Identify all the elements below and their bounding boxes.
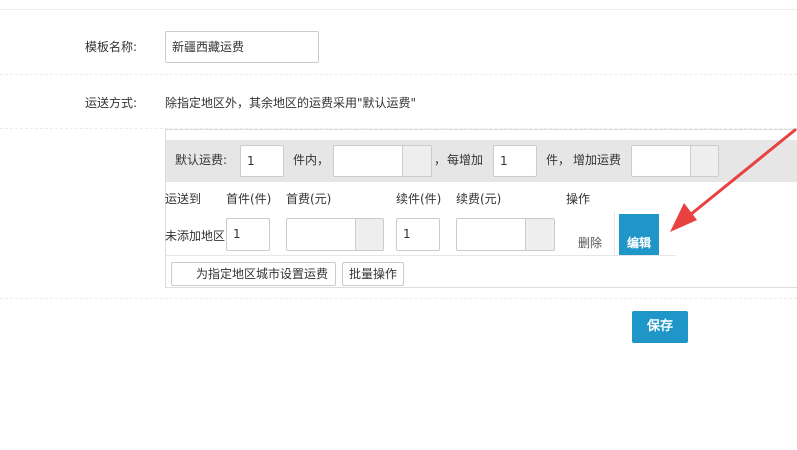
template-name-input[interactable]: 新疆西藏运费 <box>165 31 319 63</box>
unit-piece-label: 件， <box>546 153 571 167</box>
cell-divider <box>614 212 615 256</box>
header-first-fee: 首费(元) <box>286 192 332 206</box>
default-first-qty-input[interactable]: 1 <box>240 145 284 177</box>
area-add-fee-input[interactable] <box>456 218 526 251</box>
header-add-fee: 续费(元) <box>456 192 502 206</box>
currency-addon <box>403 145 432 177</box>
delete-link[interactable]: 删除 <box>578 236 602 250</box>
each-add-label: 每增加 <box>447 153 484 167</box>
unit-within-label: 件内， <box>293 153 330 167</box>
currency-addon <box>526 218 555 251</box>
currency-addon <box>691 145 719 177</box>
area-first-qty-input[interactable]: 1 <box>226 218 270 251</box>
template-name-label: 模板名称: <box>85 40 138 54</box>
row-divider <box>0 74 797 75</box>
area-add-qty-input[interactable]: 1 <box>396 218 440 251</box>
shipping-method-desc: 除指定地区外，其余地区的运费采用"默认运费" <box>165 96 417 110</box>
edit-button[interactable]: 编辑 <box>619 214 659 255</box>
set-city-rate-button[interactable]: 为指定地区城市设置运费 <box>171 262 336 286</box>
currency-addon <box>356 218 384 251</box>
comma-label: ， <box>434 153 447 167</box>
save-button[interactable]: 保存 <box>632 311 688 343</box>
header-destination: 运送到 <box>165 192 202 206</box>
header-operation: 操作 <box>566 192 591 206</box>
row-divider <box>166 255 676 256</box>
top-divider <box>0 9 797 10</box>
shipping-method-label: 运送方式: <box>85 96 138 110</box>
row-divider <box>0 298 797 299</box>
header-add-qty: 续件(件) <box>396 192 442 206</box>
batch-operation-button[interactable]: 批量操作 <box>342 262 404 286</box>
add-fee-label: 增加运费 <box>573 153 622 167</box>
area-first-fee-input[interactable] <box>286 218 356 251</box>
default-first-fee-input[interactable] <box>333 145 403 177</box>
default-add-qty-input[interactable]: 1 <box>493 145 537 177</box>
default-add-fee-input[interactable] <box>631 145 691 177</box>
page: 模板名称: 新疆西藏运费 运送方式: 除指定地区外，其余地区的运费采用"默认运费… <box>0 0 797 450</box>
header-first-qty: 首件(件) <box>226 192 272 206</box>
default-rate-label: 默认运费: <box>175 153 228 167</box>
area-region: 未添加地区 <box>165 229 226 243</box>
